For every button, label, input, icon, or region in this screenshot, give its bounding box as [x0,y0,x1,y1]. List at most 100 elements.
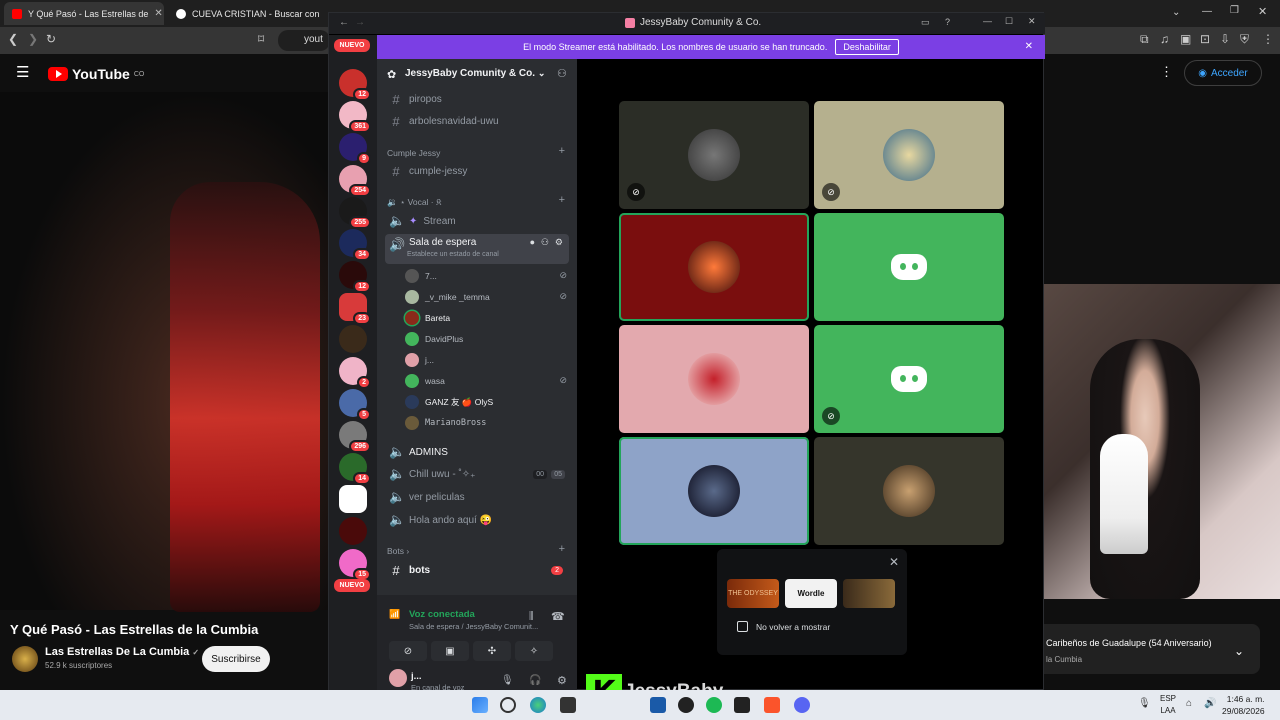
help-icon[interactable]: ? [945,17,950,27]
channel-chill[interactable]: 🔈 Chill uwu - ˚✧₊ 00 05 [385,464,569,484]
server-icon[interactable]: 9 [339,133,371,165]
server-icon[interactable]: 255 [339,197,371,229]
channel-admins[interactable]: 🔈 ADMINS [385,442,569,462]
server-icon[interactable]: 15 [339,549,371,581]
server-icon[interactable] [339,517,367,545]
channel-name[interactable]: Las Estrellas De La Cumbia ✓ [45,646,199,658]
bookmark-icon[interactable]: ⌑ [258,32,264,46]
voice-user[interactable]: GANZ 友 🍎 OlyS [405,393,493,411]
voice-user[interactable]: MarianoBross [405,414,486,432]
disconnect-icon[interactable]: ☎ [551,610,565,623]
close-window-icon[interactable]: ✕ [1258,5,1267,18]
channel-cumple-jessy[interactable]: # cumple-jessy [385,161,569,181]
maximize-icon[interactable]: ☐ [1005,16,1013,27]
app-icon[interactable] [560,697,576,713]
brave-icon[interactable] [764,697,780,713]
server-icon[interactable]: 5 [339,389,371,421]
headphones-icon[interactable]: 🎧 [529,675,541,686]
dont-show-checkbox[interactable] [737,621,748,632]
tab-search-icon[interactable]: ⌄ [1172,7,1180,18]
inbox-icon[interactable]: ▭ [921,17,930,28]
invite-icon[interactable]: ⚇ [541,237,549,248]
reload-icon[interactable]: ↻ [46,32,56,46]
dont-show-again[interactable]: No volver a mostrar [737,621,830,632]
epic-games-icon[interactable] [734,697,750,713]
channel-avatar[interactable] [12,646,38,672]
server-icon[interactable]: 254 [339,165,371,197]
chevron-down-icon[interactable]: ⌄ [1234,644,1244,658]
soundboard-button[interactable]: ✧ [515,641,553,661]
voice-channel-path[interactable]: Sala de espera / JessyBaby Comunit... [409,622,538,631]
back-icon[interactable]: ❮ [8,32,18,46]
obs-icon[interactable] [678,697,694,713]
channel-hola[interactable]: 🔈 Hola ando aquí 😜 [385,510,569,530]
participant-tile[interactable]: ⊘ [619,101,809,209]
playlist-panel[interactable] [1030,624,1260,674]
microphone-icon[interactable]: 🎙 [501,675,514,686]
server-icon[interactable]: 2 [339,357,371,389]
forward-icon[interactable]: ❯ [28,32,38,46]
address-bar[interactable]: yout [278,30,330,51]
add-channel-icon[interactable]: + [559,145,565,157]
clock[interactable]: 1:46 a. m. 29/08/2026 [1222,693,1265,717]
participant-tile[interactable] [814,213,1004,321]
shield-icon[interactable]: ⛨ [1240,32,1249,47]
close-banner-icon[interactable]: ✕ [1025,41,1033,52]
sidebar-icon[interactable]: ▣ [1180,32,1191,46]
heart-server-icon[interactable]: 12 [339,261,371,293]
channel-bots[interactable]: # bots 2 [385,560,569,580]
participant-tile[interactable] [619,325,809,433]
user-name[interactable]: j... [411,671,422,682]
microphone-icon[interactable]: 🎙 [1138,698,1151,709]
start-icon[interactable] [472,697,488,713]
channel-sala-de-espera[interactable]: 🔊 Sala de espera Establece un estado de … [385,234,569,264]
channel-piropos[interactable]: # piropos [385,89,569,109]
participant-tile[interactable] [619,213,809,321]
participant-tile[interactable] [814,437,1004,545]
settings-icon[interactable]: ⚙ [555,237,563,248]
translate-icon[interactable]: ⊡ [1200,32,1210,46]
category-vocal[interactable]: 🔉 ⋆ Vocal · 𝔎 [387,197,442,208]
tab-youtube[interactable]: Y Qué Pasó - Las Estrellas de ✕ [4,2,164,25]
voice-user[interactable]: _v_mike _temma [405,288,490,306]
server-icon[interactable]: 34 [339,229,371,261]
chat-icon[interactable]: ● [530,237,535,247]
extensions-icon[interactable]: ⧉ [1140,32,1149,47]
server-icon[interactable]: 296 [339,421,371,453]
activity-wordle[interactable]: Wordle [785,579,837,608]
sign-in-button[interactable]: ◉ Acceder [1184,60,1262,86]
network-icon[interactable]: ⌂ [1186,698,1192,709]
channel-arbolesnavidad[interactable]: # arbolesnavidad-uwu [385,111,569,131]
participant-tile[interactable]: ⊘ [814,101,1004,209]
server-name[interactable]: JessyBaby Comunity & Co. ⌄ [405,68,545,79]
noise-suppression-icon[interactable]: ⫼ [529,611,534,622]
avatar[interactable] [389,669,407,687]
voice-status[interactable]: Voz conectada [409,609,475,620]
subscribe-button[interactable]: Suscribirse [202,646,270,672]
category-bots[interactable]: Bots › [387,546,409,556]
back-icon[interactable]: ← [339,17,349,28]
server-icon[interactable]: 14 [339,453,371,485]
store-icon[interactable] [650,697,666,713]
voice-user[interactable]: Bareta [405,309,450,327]
hamburger-icon[interactable]: ☰ [16,63,29,81]
volume-icon[interactable]: 🔊 [1204,698,1216,709]
youtube-logo[interactable]: YouTube CO [48,66,144,82]
screen-share-button[interactable]: ▣ [431,641,469,661]
server-icon[interactable]: 361 [339,101,371,133]
language-indicator[interactable]: ESP LAA [1160,693,1176,717]
close-icon[interactable]: ✕ [1028,16,1036,27]
voice-user[interactable]: DavidPlus [405,330,463,348]
forward-icon[interactable]: → [355,17,365,28]
channel-peliculas[interactable]: 🔈 ver peliculas [385,487,569,507]
settings-icon[interactable]: ⚙ [557,674,567,687]
more-options-icon[interactable]: ⋮ [1160,64,1173,80]
server-icon[interactable] [339,325,367,353]
category-cumple[interactable]: Cumple Jessy [387,148,440,158]
disable-streamer-button[interactable]: Deshabilitar [835,39,899,55]
minimize-icon[interactable]: — [983,16,992,26]
camera-off-button[interactable]: ⊘ [389,641,427,661]
voice-user[interactable]: j... [405,351,434,369]
voice-user[interactable]: wasa [405,372,445,390]
minimize-icon[interactable]: — [1202,6,1212,17]
